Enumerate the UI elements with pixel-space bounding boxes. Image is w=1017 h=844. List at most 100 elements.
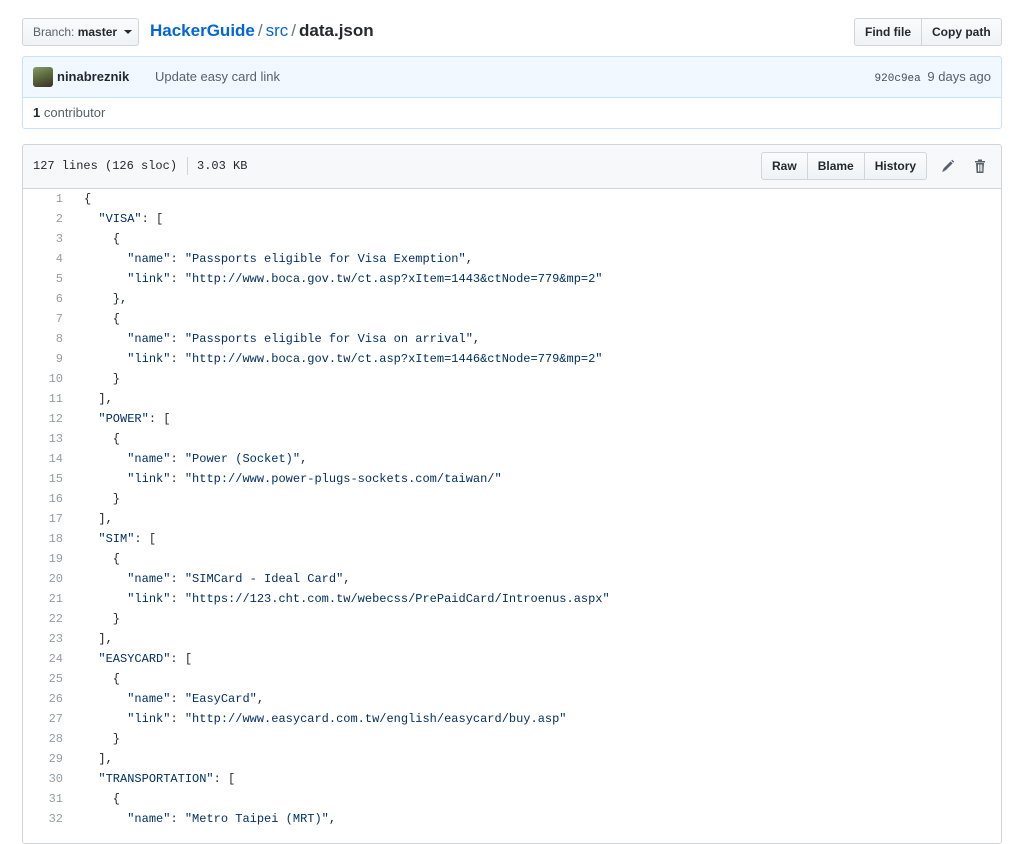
contributor-label: contributor: [43, 105, 106, 120]
line-number[interactable]: 4: [23, 249, 63, 269]
line-number[interactable]: 14: [23, 449, 63, 469]
code-text: "TRANSPORTATION": [: [98, 772, 236, 786]
code-line: 1{: [23, 189, 1001, 209]
code-text: {: [84, 192, 92, 206]
find-file-button[interactable]: Find file: [854, 18, 922, 46]
blame-button[interactable]: Blame: [807, 152, 865, 180]
code-text: ],: [84, 512, 113, 526]
code-line: 8 "name": "Passports eligible for Visa o…: [23, 329, 1001, 349]
history-button[interactable]: History: [864, 152, 928, 180]
line-number[interactable]: 1: [23, 189, 63, 209]
breadcrumb-file-name: data.json: [299, 21, 374, 40]
line-number[interactable]: 32: [23, 809, 63, 829]
breadcrumb-repo-link[interactable]: HackerGuide: [150, 21, 255, 40]
contributor-count: 1: [33, 105, 41, 120]
code-line: 19 {: [23, 549, 1001, 569]
code-text: {: [84, 792, 121, 806]
line-number[interactable]: 2: [23, 209, 63, 229]
file-header: 127 lines (126 sloc) 3.03 KB Raw Blame Hi…: [23, 145, 1001, 189]
code-line: 16 }: [23, 489, 1001, 509]
code-line: 21 "link": "https://123.cht.com.tw/webec…: [23, 589, 1001, 609]
line-number[interactable]: 15: [23, 469, 63, 489]
line-number[interactable]: 9: [23, 349, 63, 369]
commit-sha-link[interactable]: 920c9ea: [875, 73, 921, 85]
code-line: 30 "TRANSPORTATION": [: [23, 769, 1001, 789]
commit-author-link[interactable]: ninabreznik: [57, 57, 129, 97]
code-text: "EASYCARD": [: [98, 652, 193, 666]
code-line: 4 "name": "Passports eligible for Visa E…: [23, 249, 1001, 269]
breadcrumb-dir-link[interactable]: src: [266, 21, 289, 40]
line-number[interactable]: 6: [23, 289, 63, 309]
code-line: 25 {: [23, 669, 1001, 689]
line-number[interactable]: 19: [23, 549, 63, 569]
code-text: "link": "http://www.boca.gov.tw/ct.asp?x…: [127, 352, 603, 366]
branch-label: Branch:: [33, 25, 75, 39]
code-text: "name": "Passports eligible for Visa Exe…: [127, 252, 473, 266]
line-number[interactable]: 8: [23, 329, 63, 349]
line-number[interactable]: 20: [23, 569, 63, 589]
code-text: {: [84, 232, 121, 246]
code-line: 15 "link": "http://www.power-plugs-socke…: [23, 469, 1001, 489]
copy-path-button[interactable]: Copy path: [922, 18, 1002, 46]
line-number[interactable]: 24: [23, 649, 63, 669]
commit-message-link[interactable]: Update easy card link: [155, 57, 280, 97]
line-number[interactable]: 29: [23, 749, 63, 769]
code-text: "VISA": [: [98, 212, 164, 226]
code-view: 1{2 "VISA": [3 {4 "name": "Passports eli…: [23, 189, 1001, 829]
line-number[interactable]: 21: [23, 589, 63, 609]
pencil-icon[interactable]: [940, 158, 956, 174]
code-text: "name": "Metro Taipei (MRT)",: [127, 812, 337, 826]
code-text: "name": "EasyCard",: [127, 692, 265, 706]
code-line: 28 }: [23, 729, 1001, 749]
contributors-bar[interactable]: 1 contributor: [22, 97, 1002, 129]
code-line: 10 }: [23, 369, 1001, 389]
file-info: 127 lines (126 sloc) 3.03 KB: [33, 145, 247, 187]
line-number[interactable]: 7: [23, 309, 63, 329]
line-number[interactable]: 31: [23, 789, 63, 809]
code-text: ],: [84, 752, 113, 766]
code-line: 22 }: [23, 609, 1001, 629]
commit-meta: 920c9ea 9 days ago: [875, 57, 991, 99]
file-actions: Raw Blame History: [761, 152, 928, 180]
line-number[interactable]: 10: [23, 369, 63, 389]
code-text: "name": "Power (Socket)",: [127, 452, 308, 466]
code-text: "name": "SIMCard - Ideal Card",: [127, 572, 351, 586]
code-text: ],: [84, 632, 113, 646]
line-number[interactable]: 3: [23, 229, 63, 249]
code-line: 23 ],: [23, 629, 1001, 649]
branch-selector-button[interactable]: Branch: master: [22, 18, 139, 46]
line-number[interactable]: 17: [23, 509, 63, 529]
code-line: 7 {: [23, 309, 1001, 329]
code-text: "name": "Passports eligible for Visa on …: [127, 332, 481, 346]
avatar[interactable]: [33, 67, 53, 87]
line-number[interactable]: 27: [23, 709, 63, 729]
raw-button[interactable]: Raw: [761, 152, 808, 180]
line-number[interactable]: 28: [23, 729, 63, 749]
trashcan-icon[interactable]: [972, 158, 988, 174]
code-line: 3 {: [23, 229, 1001, 249]
code-text: },: [84, 292, 128, 306]
code-line: 29 ],: [23, 749, 1001, 769]
code-text: {: [84, 672, 121, 686]
line-number[interactable]: 26: [23, 689, 63, 709]
line-number[interactable]: 30: [23, 769, 63, 789]
commit-time: 9 days ago: [927, 69, 991, 84]
code-line: 31 {: [23, 789, 1001, 809]
code-text: "link": "http://www.power-plugs-sockets.…: [127, 472, 502, 486]
line-number[interactable]: 23: [23, 629, 63, 649]
code-line: 9 "link": "http://www.boca.gov.tw/ct.asp…: [23, 349, 1001, 369]
line-number[interactable]: 22: [23, 609, 63, 629]
code-line: 26 "name": "EasyCard",: [23, 689, 1001, 709]
line-number[interactable]: 18: [23, 529, 63, 549]
code-text: {: [84, 312, 121, 326]
file-info-divider: [187, 156, 189, 175]
line-number[interactable]: 11: [23, 389, 63, 409]
code-text: "link": "http://www.boca.gov.tw/ct.asp?x…: [127, 272, 603, 286]
line-number[interactable]: 13: [23, 429, 63, 449]
line-number[interactable]: 16: [23, 489, 63, 509]
line-number[interactable]: 12: [23, 409, 63, 429]
code-text: ],: [84, 392, 113, 406]
line-number[interactable]: 25: [23, 669, 63, 689]
line-number[interactable]: 5: [23, 269, 63, 289]
code-text: "SIM": [: [98, 532, 157, 546]
